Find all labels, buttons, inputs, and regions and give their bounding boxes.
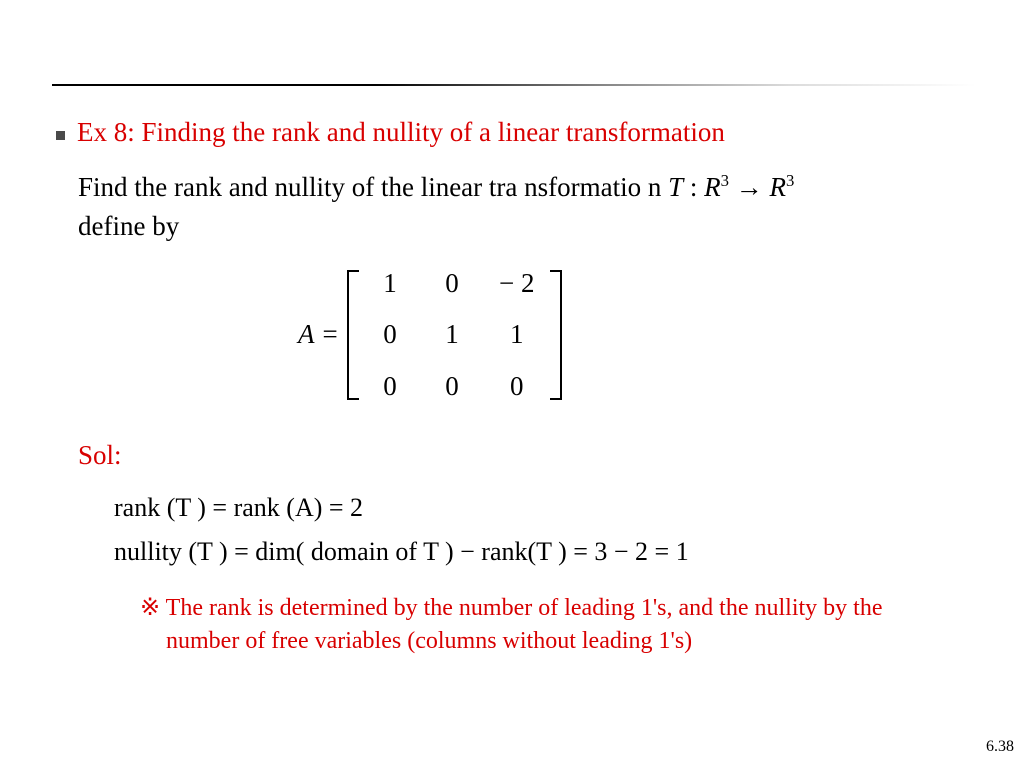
symbol-R-codomain: R [770,172,787,202]
example-title: Ex 8: Finding the rank and nullity of a … [77,117,725,148]
problem-prefix: Find the rank and nullity of the linear … [78,172,668,202]
right-bracket-icon [550,270,562,400]
cell-1-2: 1 [483,309,550,360]
cell-1-1: 1 [421,309,483,360]
A-equals: A = [298,319,339,349]
cell-0-0: 1 [359,258,421,309]
cell-2-2: 0 [483,361,550,412]
cell-2-0: 0 [359,361,421,412]
cell-0-1: 0 [421,258,483,309]
page-number: 6.38 [986,738,1014,756]
cell-1-0: 0 [359,309,421,360]
solution-label: Sol: [78,436,964,475]
bullet-icon [56,131,65,140]
cell-2-1: 0 [421,361,483,412]
rank-equation: rank (T ) = rank (A) = 2 [114,489,964,527]
exp-domain: 3 [721,171,729,190]
problem-line2: define by [78,211,179,241]
left-bracket-icon [347,270,359,400]
nullity-equation: nullity (T ) = dim( domain of T ) − rank… [114,533,964,571]
matrix-definition: A = 1 0 − 2 0 1 1 0 0 0 [298,258,964,411]
matrix-label: A = [298,315,339,354]
exp-codomain: 3 [786,171,794,190]
problem-statement: Find the rank and nullity of the linear … [78,168,964,246]
matrix-grid: 1 0 − 2 0 1 1 0 0 0 [359,258,550,411]
slide-page: Ex 8: Finding the rank and nullity of a … [0,0,1024,768]
solution-equations: rank (T ) = rank (A) = 2 nullity (T ) = … [114,489,964,570]
colon: : [683,172,704,202]
top-rule [52,84,976,86]
matrix-row-0: 1 0 − 2 [359,258,550,309]
arrow-icon: → [729,172,770,202]
footnote: ※ The rank is determined by the number o… [140,592,944,657]
symbol-R-domain: R [704,172,721,202]
matrix-row-1: 0 1 1 [359,309,550,360]
matrix-row-2: 0 0 0 [359,361,550,412]
cell-0-2: − 2 [483,258,550,309]
title-row: Ex 8: Finding the rank and nullity of a … [56,117,725,148]
body-content: Find the rank and nullity of the linear … [78,168,964,657]
symbol-T: T [668,172,683,202]
